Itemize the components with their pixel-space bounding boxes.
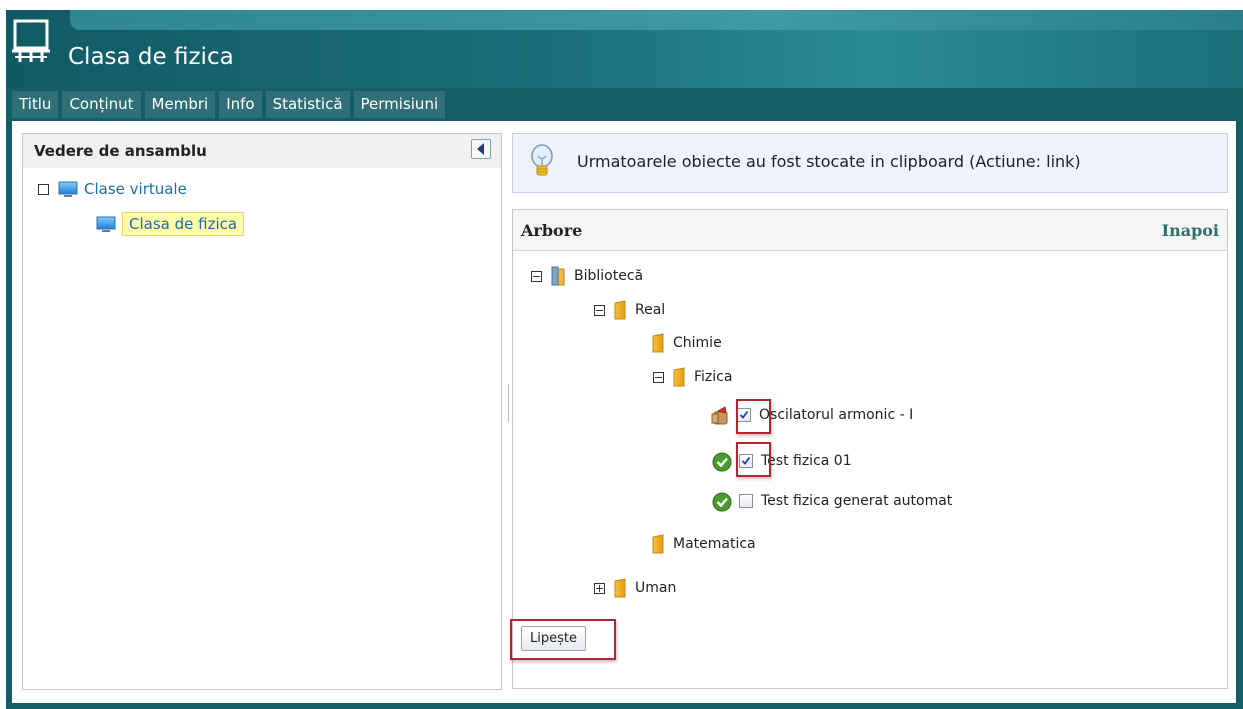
- nav-node-label-selected[interactable]: Clasa de fizica: [122, 212, 245, 236]
- nav-node-label[interactable]: Clase virtuale: [84, 180, 187, 198]
- collapse-toggle[interactable]: [653, 371, 664, 383]
- clipboard-info-box: Urmatoarele obiecte au fost stocate in c…: [512, 133, 1228, 193]
- tree-node-uman[interactable]: Uman: [594, 577, 676, 599]
- highlight-box: [736, 442, 771, 477]
- expand-toggle[interactable]: [594, 582, 605, 594]
- tab-info[interactable]: Info: [219, 91, 262, 118]
- back-link[interactable]: Inapoi: [1162, 221, 1219, 240]
- folder-icon: [673, 367, 685, 387]
- tree-node-label[interactable]: Bibliotecă: [574, 268, 643, 284]
- folder-icon: [652, 333, 664, 353]
- tree-node-label[interactable]: Chimie: [673, 335, 722, 351]
- tab-titlu[interactable]: Titlu: [12, 91, 59, 118]
- tree-node-matematica[interactable]: Matematica: [652, 533, 756, 555]
- tree-header: Arbore Inapoi: [513, 210, 1227, 251]
- collapse-toggle[interactable]: [594, 304, 605, 316]
- overview-header: Vedere de ansamblu: [23, 134, 501, 168]
- nav-node-clasa-de-fizica[interactable]: Clasa de fizica: [96, 212, 245, 236]
- collapse-toggle[interactable]: [531, 270, 542, 282]
- lightbulb-icon: [531, 144, 553, 176]
- check-circle-icon: [712, 452, 732, 472]
- tree-node-label[interactable]: Test fizica 01: [761, 453, 852, 469]
- tree-node-biblioteca[interactable]: Bibliotecă: [531, 265, 643, 287]
- tab-membri[interactable]: Membri: [144, 91, 216, 118]
- app-window: Clasa de fizica Titlu Conținut Membri In…: [6, 10, 1243, 709]
- tree-node-fizica[interactable]: Fizica: [653, 366, 732, 388]
- collapse-panel-button[interactable]: [471, 139, 491, 159]
- overview-title: Vedere de ansamblu: [34, 142, 207, 160]
- tree-node-label[interactable]: Test fizica generat automat: [761, 493, 952, 509]
- test-fizica-generat-checkbox[interactable]: [739, 494, 753, 508]
- overview-panel: Vedere de ansamblu Clase virtuale Clasa …: [22, 133, 502, 690]
- highlight-box: [736, 399, 771, 434]
- tree-node-test-fizica-generat[interactable]: Test fizica generat automat: [711, 490, 952, 512]
- classroom-icon: [12, 19, 50, 62]
- tree-node-chimie[interactable]: Chimie: [652, 332, 722, 354]
- header-decoration: [70, 10, 1243, 30]
- folder-icon: [614, 300, 626, 320]
- check-circle-icon: [712, 492, 732, 512]
- tree-node-test-fizica-01[interactable]: Test fizica 01: [711, 450, 852, 472]
- highlight-box: [510, 619, 616, 660]
- monitor-icon: [96, 216, 116, 232]
- monitor-icon: [58, 181, 78, 197]
- arrow-left-icon: [477, 143, 484, 155]
- page-title: Clasa de fizica: [68, 44, 234, 70]
- tree-toggle[interactable]: [38, 183, 49, 195]
- tree-node-real[interactable]: Real: [594, 299, 665, 321]
- nav-node-clase-virtuale[interactable]: Clase virtuale: [38, 180, 187, 198]
- tree-node-label[interactable]: Fizica: [694, 369, 732, 385]
- tab-statistica[interactable]: Statistică: [265, 91, 350, 118]
- tree-node-label[interactable]: Real: [635, 302, 665, 318]
- library-icon: [551, 266, 565, 286]
- tab-continut[interactable]: Conținut: [62, 91, 141, 118]
- tree-panel: Arbore Inapoi Bibliotecă Real Chimie Fiz…: [510, 209, 1228, 689]
- tree-node-label[interactable]: Oscilatorul armonic - I: [759, 407, 913, 423]
- tree-node-label[interactable]: Uman: [635, 580, 676, 596]
- tab-bar: Titlu Conținut Membri Info Statistică Pe…: [12, 91, 446, 118]
- lesson-icon: [711, 406, 728, 425]
- tab-permisiuni[interactable]: Permisiuni: [353, 91, 446, 118]
- folder-icon: [652, 534, 664, 554]
- workspace: Vedere de ansamblu Clase virtuale Clasa …: [12, 121, 1236, 703]
- header-bar: Clasa de fizica: [6, 10, 1243, 88]
- tree-title: Arbore: [521, 221, 583, 240]
- folder-icon: [614, 578, 626, 598]
- tree-node-label[interactable]: Matematica: [673, 536, 756, 552]
- clipboard-message: Urmatoarele obiecte au fost stocate in c…: [577, 152, 1081, 171]
